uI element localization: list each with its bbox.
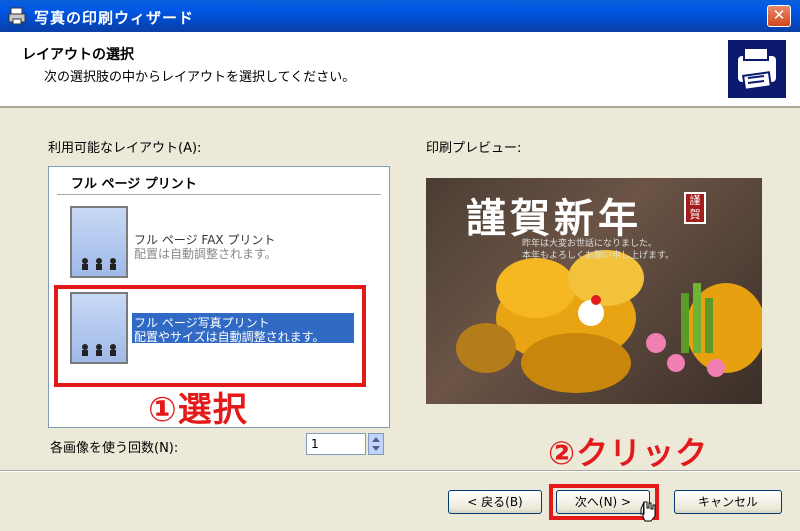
back-button[interactable]: < 戻る(B) (448, 490, 542, 514)
window-title: 写真の印刷ウィザード (34, 9, 195, 27)
layouts-label: 利用可能なレイアウト(A): (48, 141, 202, 156)
mouse-cursor-icon (640, 501, 656, 522)
highlight-box-layout (54, 285, 366, 387)
layout-group-header: フル ページ プリント (57, 173, 381, 195)
layout-item-desc: 配置は自動調整されます。 (134, 247, 277, 261)
page-title: レイアウトの選択 (22, 47, 134, 63)
printer-icon (8, 7, 26, 25)
print-wizard-window: 写真の印刷ウィザード ✕ レイアウトの選択 次の選択肢の中からレイアウトを選択し… (0, 0, 800, 531)
cancel-button[interactable]: キャンセル (674, 490, 782, 514)
photo-people-icon (82, 258, 116, 270)
spinner-arrows-icon (372, 437, 380, 451)
preview-message-line2: 本年もよろしくお願い申し上げます。 (522, 251, 675, 261)
title-bar[interactable]: 写真の印刷ウィザード ✕ (0, 0, 800, 32)
callout-step2: ②クリック (548, 434, 709, 472)
preview-stamp: 謹賀 (684, 192, 706, 224)
copies-input[interactable]: 1 (306, 433, 366, 455)
preview-label: 印刷プレビュー: (426, 141, 522, 156)
wizard-header: レイアウトの選択 次の選択肢の中からレイアウトを選択してください。 (0, 32, 800, 108)
callout-step1: ①選択 (148, 390, 248, 430)
close-button[interactable]: ✕ (767, 5, 791, 27)
print-preview: 謹賀新年 昨年は大変お世話になりました。 本年もよろしくお願い申し上げます。 謹… (426, 178, 762, 404)
layout-thumbnail-fax[interactable] (70, 206, 128, 278)
close-icon: ✕ (772, 6, 786, 24)
button-divider (0, 470, 800, 472)
copies-label: 各画像を使う回数(N): (50, 441, 179, 456)
copies-spinner[interactable] (368, 433, 384, 455)
wizard-printer-icon (728, 40, 786, 98)
page-subtitle: 次の選択肢の中からレイアウトを選択してください。 (44, 70, 356, 85)
